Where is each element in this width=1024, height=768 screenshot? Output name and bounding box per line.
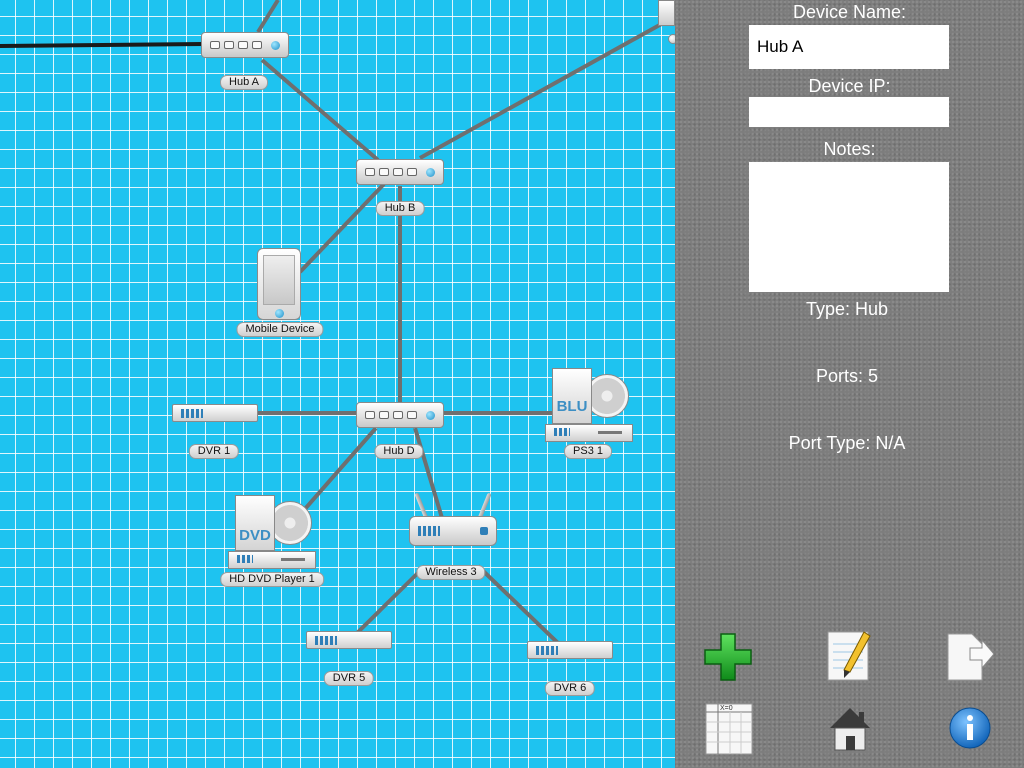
dvr-6-label: DVR 6 [544,681,596,696]
link-hub-a-up [256,0,280,34]
notepad-pencil-icon [827,631,871,681]
notes-label: Notes: [823,139,876,159]
blu-ray-case: BLU [552,368,592,424]
device-port-type-text: Port Type: N/A [788,433,906,453]
mobile-device-label: Mobile Device [236,322,324,337]
hub-b-device[interactable] [356,159,444,185]
link-hub-b-offscreen [419,20,666,160]
ip-table-button[interactable]: X=0 [700,698,760,758]
device-ip-label: Device IP: [808,76,891,96]
link-hub-a-hub-b [260,58,380,162]
page-arrow-icon [947,633,995,681]
mobile-device-icon[interactable] [257,248,301,320]
network-canvas[interactable]: Hub A Hub B Mobile Device DVR 1 Hub D BL… [0,0,675,768]
device-type-text: Type: Hub [805,299,889,319]
notes-field[interactable] [749,162,949,292]
device-name-label: Device Name: [792,2,907,22]
plus-icon [704,633,752,681]
link-hub-b-mobile [298,182,386,274]
device-ip-field[interactable] [749,97,949,127]
hub-b-label: Hub B [375,201,425,216]
dvr-6-device[interactable] [527,641,613,659]
link-wireless-dvr5 [353,564,427,637]
hd-dvd-player-label: HD DVD Player 1 [220,572,324,587]
dvd-case: DVD [235,495,275,551]
device-name-field[interactable] [749,25,949,69]
spreadsheet-icon: X=0 [705,703,753,755]
home-icon [830,708,870,751]
link-wireless-dvr6 [476,564,562,647]
export-button[interactable] [940,626,1000,686]
hub-d-label: Hub D [374,444,424,459]
hub-a-label: Hub A [220,75,268,90]
dvr-5-device[interactable] [306,631,392,649]
ps3-device[interactable]: BLU [545,368,635,444]
dvr-5-label: DVR 5 [323,671,375,686]
info-button[interactable] [940,698,1000,758]
edit-device-button[interactable] [820,626,880,686]
partial-device-icon[interactable] [650,0,675,48]
dvr-1-label: DVR 1 [188,444,240,459]
home-button[interactable] [820,698,880,758]
hub-a-device[interactable] [201,32,289,58]
add-device-button[interactable] [700,626,760,686]
info-icon [949,707,991,749]
hub-d-device[interactable] [356,402,444,428]
dvr-1-device[interactable] [172,404,258,422]
device-ports-text: Ports: 5 [815,366,879,386]
device-properties-panel: Device Name: Device IP: Notes: Type: Hub… [675,0,1024,768]
ps3-label: PS3 1 [564,444,612,459]
svg-text:X=0: X=0 [720,705,733,712]
link-offscreen-hub-a [0,42,204,48]
wireless-label: Wireless 3 [416,565,486,580]
wireless-router-device[interactable] [409,492,499,548]
hd-dvd-player-device[interactable]: DVD [228,495,318,571]
